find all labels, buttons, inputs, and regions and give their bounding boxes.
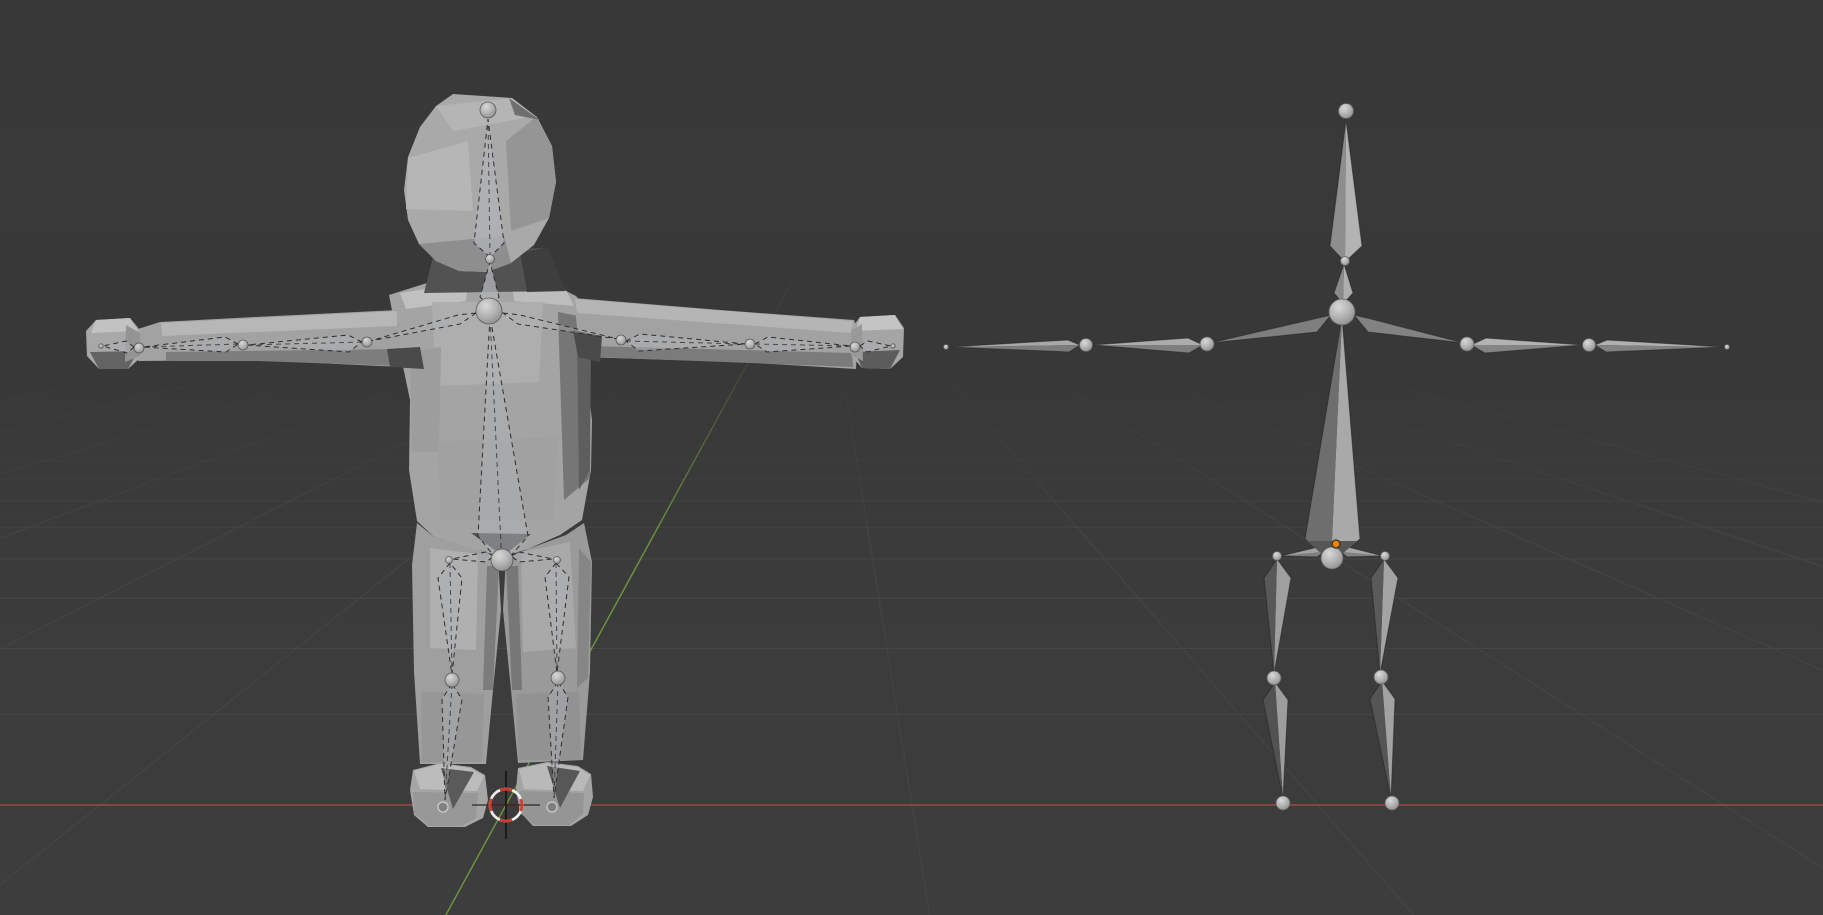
character-joint-sphere[interactable]: [362, 337, 372, 347]
armature-joint-sphere[interactable]: [1267, 671, 1281, 685]
character-joint-sphere[interactable]: [480, 102, 496, 118]
armature-joint-sphere[interactable]: [1329, 299, 1355, 325]
character-joint-wire[interactable]: [547, 802, 557, 812]
character-joint-sphere[interactable]: [99, 344, 103, 348]
armature-joint-sphere[interactable]: [1374, 670, 1388, 684]
character-joint-sphere[interactable]: [891, 344, 895, 348]
armature-joint-sphere[interactable]: [1460, 337, 1474, 351]
character-joint-sphere[interactable]: [850, 342, 860, 352]
character-joint-sphere[interactable]: [446, 557, 453, 564]
character-joint-sphere[interactable]: [445, 673, 459, 687]
armature-joint-sphere[interactable]: [944, 345, 949, 350]
armature-joint-sphere[interactable]: [1339, 104, 1354, 119]
character-joint-sphere[interactable]: [551, 671, 565, 685]
object-origin-dot: [1332, 540, 1340, 548]
blender-3d-viewport[interactable]: [0, 0, 1823, 915]
armature-joint-sphere[interactable]: [1200, 337, 1214, 351]
character-joint-sphere[interactable]: [616, 335, 626, 345]
armature-joint-sphere[interactable]: [1341, 257, 1350, 266]
character-joint-sphere[interactable]: [491, 549, 513, 571]
armature-joint-sphere[interactable]: [1321, 547, 1343, 569]
armature-joint-sphere[interactable]: [1080, 339, 1093, 352]
mesh-facet-right-hand-top: [856, 315, 903, 331]
armature-joint-sphere[interactable]: [1381, 552, 1390, 561]
character-joint-sphere[interactable]: [486, 255, 495, 264]
character-joint-sphere[interactable]: [238, 340, 248, 350]
character-joint-sphere[interactable]: [745, 339, 755, 349]
horizon-fade: [0, 231, 1823, 541]
character-joint-sphere[interactable]: [554, 557, 561, 564]
armature-joint-sphere[interactable]: [1276, 796, 1290, 810]
character-joint-sphere[interactable]: [476, 298, 502, 324]
viewport-canvas[interactable]: [0, 0, 1823, 915]
mesh-facet-left-armpit-shadow: [387, 347, 424, 369]
armature-joint-sphere[interactable]: [1725, 345, 1730, 350]
armature-joint-sphere[interactable]: [1385, 796, 1399, 810]
character-joint-sphere[interactable]: [134, 343, 144, 353]
armature-joint-sphere[interactable]: [1583, 339, 1596, 352]
armature-joint-sphere[interactable]: [1273, 552, 1282, 561]
character-joint-wire[interactable]: [438, 802, 448, 812]
